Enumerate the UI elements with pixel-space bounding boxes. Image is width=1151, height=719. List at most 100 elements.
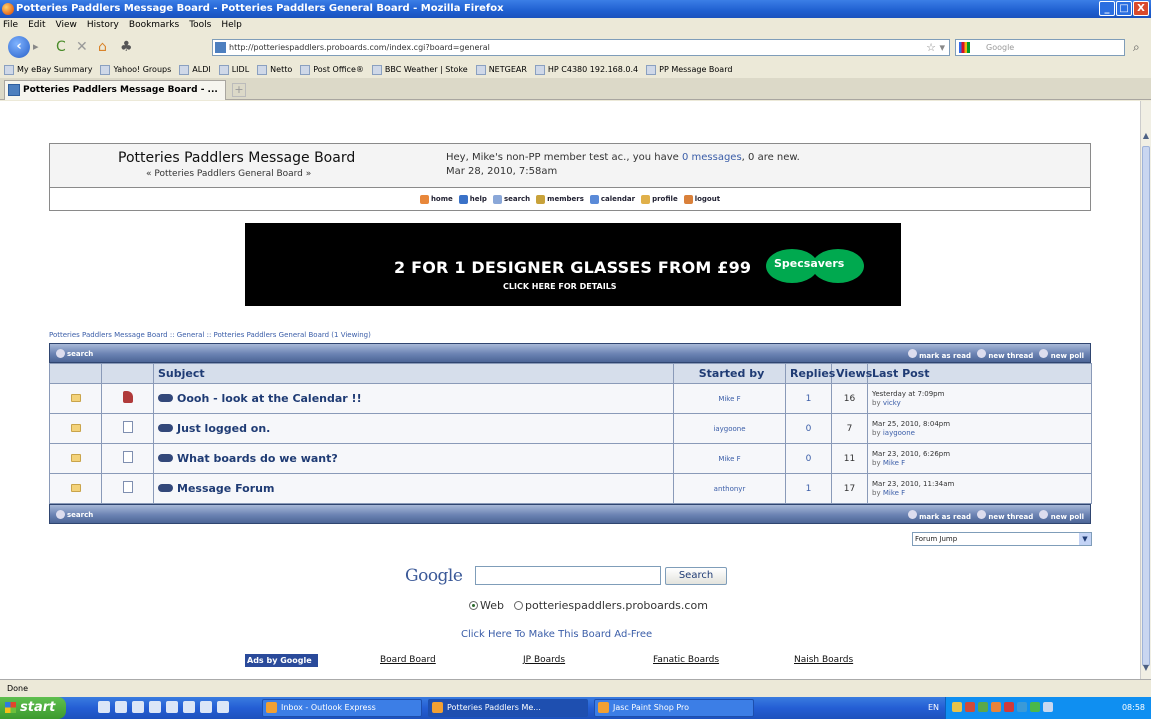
tray-icon[interactable] xyxy=(1017,702,1027,712)
scroll-up-icon[interactable]: ▲ xyxy=(1141,131,1151,143)
bookmark-item[interactable]: Netto xyxy=(257,61,292,78)
thread-replies[interactable]: 0 xyxy=(785,413,832,444)
stop-icon[interactable]: ✕ xyxy=(76,39,88,55)
mark-read-button[interactable]: mark as read xyxy=(907,349,971,360)
breadcrumb[interactable]: Potteries Paddlers Message Board :: Gene… xyxy=(49,331,371,339)
menu-home[interactable]: home xyxy=(419,194,453,204)
url-bar[interactable]: http://potteriespaddlers.proboards.com/i… xyxy=(212,39,950,56)
language-indicator[interactable]: EN xyxy=(928,697,939,719)
bookmark-item[interactable]: Yahoo! Groups xyxy=(100,61,171,78)
tray-icon[interactable] xyxy=(1043,702,1053,712)
last-poster-link[interactable]: iaygoone xyxy=(883,429,915,437)
bookmark-star-icon[interactable]: ☆ ▾ xyxy=(926,40,945,55)
ad-free-link[interactable]: Click Here To Make This Board Ad-Free xyxy=(461,629,652,640)
scroll-down-icon[interactable]: ▼ xyxy=(1141,663,1151,675)
search-board-button[interactable]: search xyxy=(56,510,93,519)
quick-launch-icon[interactable] xyxy=(98,701,110,713)
minimize-button[interactable]: _ xyxy=(1099,1,1115,16)
google-search-button[interactable]: Search xyxy=(665,567,727,585)
google-search-input[interactable] xyxy=(475,566,661,585)
new-tab-button[interactable]: + xyxy=(232,83,246,97)
close-button[interactable]: X xyxy=(1133,1,1149,16)
last-poster-link[interactable]: Mike F xyxy=(883,459,905,467)
start-button[interactable]: start xyxy=(0,697,66,719)
vertical-scrollbar[interactable]: ▲ ▼ xyxy=(1140,101,1151,679)
quick-launch-icon[interactable] xyxy=(166,701,178,713)
thread-subject-link[interactable]: Message Forum xyxy=(158,482,274,495)
tray-icon[interactable] xyxy=(1004,702,1014,712)
bookmark-item[interactable]: BBC Weather | Stoke xyxy=(371,61,468,78)
tray-icon[interactable] xyxy=(978,702,988,712)
bookmark-item[interactable]: HP C4380 192.168.0.4 xyxy=(534,61,638,78)
menu-edit[interactable]: Edit xyxy=(28,18,45,33)
last-poster-link[interactable]: vicky xyxy=(883,399,901,407)
bookmark-item[interactable]: My eBay Summary xyxy=(4,61,92,78)
quick-launch-icon[interactable] xyxy=(217,701,229,713)
new-poll-button[interactable]: new poll xyxy=(1039,349,1084,360)
ad-link[interactable]: Fanatic Boards xyxy=(653,655,719,665)
banner-ad[interactable]: 2 FOR 1 DESIGNER GLASSES FROM £99 CLICK … xyxy=(245,223,901,306)
menu-help[interactable]: Help xyxy=(221,18,242,33)
last-poster-link[interactable]: Mike F xyxy=(883,489,905,497)
quick-launch-icon[interactable] xyxy=(200,701,212,713)
scroll-thumb[interactable] xyxy=(1142,146,1150,666)
menu-tools[interactable]: Tools xyxy=(189,18,211,33)
forward-button[interactable]: ▸ xyxy=(33,40,47,54)
ads-by-google-label[interactable]: Ads by Google xyxy=(245,654,318,667)
new-thread-button[interactable]: new thread xyxy=(976,349,1033,360)
bookmark-item[interactable]: PP Message Board xyxy=(646,61,732,78)
tab-active[interactable]: Potteries Paddlers Message Board - ... xyxy=(4,80,226,100)
thread-starter[interactable]: Mike F xyxy=(673,443,786,474)
ad-link[interactable]: Naish Boards xyxy=(794,655,853,665)
ad-link[interactable]: JP Boards xyxy=(523,655,565,665)
bookmark-item[interactable]: NETGEAR xyxy=(475,61,527,78)
quick-launch-icon[interactable] xyxy=(132,701,144,713)
thread-replies[interactable]: 1 xyxy=(785,383,832,414)
new-poll-button[interactable]: new poll xyxy=(1039,510,1084,521)
menu-history[interactable]: History xyxy=(87,18,119,33)
radio-web[interactable]: Web xyxy=(469,599,504,612)
menu-profile[interactable]: profile xyxy=(641,194,678,204)
mark-read-button[interactable]: mark as read xyxy=(907,510,971,521)
maximize-button[interactable]: □ xyxy=(1116,1,1132,16)
thread-subject-link[interactable]: What boards do we want? xyxy=(158,452,338,465)
thread-starter[interactable]: Mike F xyxy=(673,383,786,414)
thread-starter[interactable]: anthonyr xyxy=(673,473,786,504)
quick-launch-icon[interactable] xyxy=(149,701,161,713)
quick-launch-icon[interactable] xyxy=(183,701,195,713)
menu-search[interactable]: search xyxy=(492,194,530,204)
reload-icon[interactable]: C xyxy=(56,39,66,55)
search-board-button[interactable]: search xyxy=(56,349,93,358)
home-icon[interactable]: ⌂ xyxy=(98,39,107,55)
thread-replies[interactable]: 0 xyxy=(785,443,832,474)
back-button[interactable]: ‹ xyxy=(8,36,30,58)
task-outlook[interactable]: Inbox - Outlook Express xyxy=(262,699,422,717)
new-thread-button[interactable]: new thread xyxy=(976,510,1033,521)
menu-help[interactable]: help xyxy=(458,194,487,204)
thread-subject-link[interactable]: Oooh - look at the Calendar !! xyxy=(158,392,362,405)
radio-site[interactable]: potteriespaddlers.proboards.com xyxy=(513,599,708,612)
tray-icon[interactable] xyxy=(965,702,975,712)
ad-link[interactable]: Board Board xyxy=(380,655,436,665)
bookmark-item[interactable]: ALDI xyxy=(179,61,211,78)
menu-view[interactable]: View xyxy=(56,18,77,33)
thread-replies[interactable]: 1 xyxy=(785,473,832,504)
quick-launch-icon[interactable] xyxy=(115,701,127,713)
browser-search-box[interactable]: Google xyxy=(955,39,1125,56)
menu-calendar[interactable]: calendar xyxy=(589,194,635,204)
menu-members[interactable]: members xyxy=(536,194,584,204)
messages-link[interactable]: 0 messages xyxy=(682,152,742,163)
tray-icon[interactable] xyxy=(991,702,1001,712)
bookmark-item[interactable]: LIDL xyxy=(218,61,249,78)
menu-logout[interactable]: logout xyxy=(683,194,720,204)
menu-file[interactable]: File xyxy=(3,18,18,33)
tray-icon[interactable] xyxy=(1030,702,1040,712)
thread-subject-link[interactable]: Just logged on. xyxy=(158,422,270,435)
search-icon[interactable]: ⌕ xyxy=(1133,40,1140,55)
addon-icon[interactable]: ♣ xyxy=(120,39,133,55)
task-paintshop[interactable]: Jasc Paint Shop Pro xyxy=(594,699,754,717)
task-firefox[interactable]: Potteries Paddlers Me... xyxy=(428,699,588,717)
thread-starter[interactable]: iaygoone xyxy=(673,413,786,444)
menu-bookmarks[interactable]: Bookmarks xyxy=(129,18,179,33)
tray-icon[interactable] xyxy=(952,702,962,712)
